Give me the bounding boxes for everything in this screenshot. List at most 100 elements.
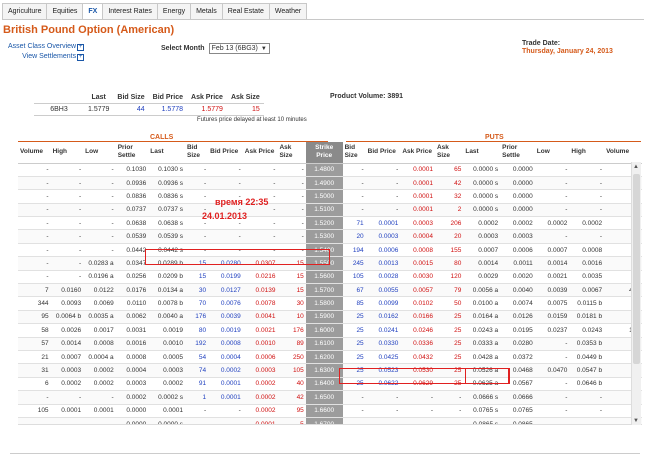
column-header[interactable]: Bid Price xyxy=(208,142,243,164)
tab-metals[interactable]: Metals xyxy=(190,3,222,20)
column-header[interactable]: Prior Settle xyxy=(500,142,535,164)
table-cell: - xyxy=(208,163,243,177)
table-cell: 0.0246 xyxy=(400,323,435,338)
table-cell: 0.1030 xyxy=(115,163,149,177)
column-header[interactable]: Low xyxy=(83,142,116,164)
month-dropdown[interactable]: Feb 13 (6BG3) ▼ xyxy=(208,43,270,54)
table-cell: 57 xyxy=(18,337,51,351)
table-cell: - xyxy=(534,203,570,218)
column-header[interactable]: Ask Price xyxy=(400,142,435,164)
table-cell: 105 xyxy=(18,404,51,418)
table-cell: 0.0001 xyxy=(400,203,435,218)
column-header[interactable]: Low xyxy=(534,142,570,164)
table-cell: 74 xyxy=(185,363,209,378)
table-cell: 0.0001 xyxy=(400,189,435,204)
table-cell: 70 xyxy=(185,296,209,311)
column-header[interactable]: Volume xyxy=(604,142,642,164)
column-header[interactable]: Ask Size xyxy=(434,142,464,164)
footer-rule xyxy=(10,453,640,454)
scroll-thumb[interactable] xyxy=(633,174,640,364)
table-cell: 58 xyxy=(18,323,51,338)
column-header[interactable]: Bid Size xyxy=(185,142,209,164)
column-header[interactable]: Last xyxy=(463,142,501,164)
column-header[interactable]: Bid Size xyxy=(342,142,366,164)
table-cell: 30 xyxy=(277,296,306,311)
options-grid[interactable]: Volume High Low Prior Settle Last Bid Size Bid… xyxy=(18,142,642,425)
table-cell: 0.0035 xyxy=(569,270,605,285)
table-cell: 0.0003 xyxy=(365,229,401,244)
column-header[interactable]: Ask Price xyxy=(242,142,278,164)
table-cell: 0.0539 xyxy=(115,229,149,244)
table-cell: - xyxy=(185,189,209,204)
table-row: - - -0.0936 0.0936 s - - - -1.4900- -0.0001 42 0.0… xyxy=(18,176,642,191)
table-cell: 0.0865 s xyxy=(463,417,501,424)
table-cell: 0.0836 xyxy=(115,189,149,204)
scroll-down-icon[interactable]: ▼ xyxy=(633,418,639,424)
column-header[interactable]: Strike Price xyxy=(305,142,343,164)
table-cell: - xyxy=(83,417,116,424)
table-cell: 0.0256 xyxy=(115,270,149,285)
table-cell: 0.0093 xyxy=(50,296,84,311)
column-header[interactable]: Bid Price xyxy=(365,142,401,164)
table-cell: 0.0055 xyxy=(365,283,401,298)
table-cell: 0.0001 xyxy=(83,404,116,418)
tab-fx[interactable]: FX xyxy=(82,3,103,20)
table-row: - - -0.0638 0.0638 s - - - -1.5200 71 0.0001 0.000… xyxy=(18,216,642,231)
tab-agriculture[interactable]: Agriculture xyxy=(2,3,47,20)
tab-weather[interactable]: Weather xyxy=(268,3,308,20)
column-header[interactable]: High xyxy=(569,142,605,164)
table-cell: - xyxy=(434,417,464,424)
table-cell: - xyxy=(277,216,306,231)
table-cell: 0.0003 xyxy=(242,363,278,378)
page-title: British Pound Option (American) xyxy=(3,24,175,36)
table-cell: 0.0000 s xyxy=(148,417,186,424)
table-cell: 0.0019 xyxy=(208,323,243,338)
table-cell: 0.0001 xyxy=(148,404,186,418)
table-cell: 344 xyxy=(18,296,51,311)
tab-interest-rates[interactable]: Interest Rates xyxy=(102,3,157,20)
table-cell: 0.0007 xyxy=(50,350,84,365)
table-cell: 0.0283 a xyxy=(83,256,116,271)
tab-equities[interactable]: Equities xyxy=(46,3,83,20)
grid-scrollbar[interactable]: ▲ ▼ xyxy=(631,162,641,425)
table-cell: 71 xyxy=(342,216,366,231)
table-cell: - xyxy=(342,189,366,204)
table-cell: 0.0428 a xyxy=(463,350,501,365)
table-cell: 0.0425 xyxy=(365,350,401,365)
column-header[interactable]: High xyxy=(50,142,84,164)
column-header[interactable]: Ask Size xyxy=(277,142,306,164)
table-cell: - xyxy=(569,229,605,244)
table-cell: 0.0442 xyxy=(115,243,149,258)
table-cell: 0.0134 a xyxy=(148,283,186,298)
table-cell: 0.0010 xyxy=(148,337,186,351)
table-cell: - xyxy=(534,163,570,177)
table-cell: 0.0836 s xyxy=(148,189,186,204)
table-cell: 0.0017 xyxy=(83,323,116,338)
table-cell: - xyxy=(50,216,84,231)
table-cell: 0.0625 a xyxy=(463,377,501,392)
asset-class-overview-link[interactable]: Asset Class Overview + xyxy=(8,42,85,52)
table-cell: 25 xyxy=(342,337,366,351)
table-cell: - xyxy=(83,229,116,244)
table-cell: - xyxy=(50,189,84,204)
column-header[interactable]: Prior Settle xyxy=(115,142,149,164)
table-cell: - xyxy=(50,256,84,271)
view-settlements-link[interactable]: View Settlements + xyxy=(8,52,85,62)
tab-real-estate[interactable]: Real Estate xyxy=(221,3,269,20)
table-cell: 0.0075 xyxy=(534,296,570,311)
table-cell: - xyxy=(50,243,84,258)
strike-cell: 1.5400 xyxy=(305,243,343,258)
strike-cell: 1.4800 xyxy=(305,163,343,177)
table-cell: - xyxy=(569,404,605,418)
table-cell: 0.0547 b xyxy=(569,363,605,378)
table-cell: 0.0176 xyxy=(115,283,149,298)
scroll-up-icon[interactable]: ▲ xyxy=(633,164,639,170)
table-cell: - xyxy=(365,417,401,424)
column-header[interactable]: Last xyxy=(148,142,186,164)
table-cell: - xyxy=(277,163,306,177)
column-header[interactable]: Volume xyxy=(18,142,51,164)
table-cell: 10 xyxy=(277,310,306,325)
table-cell: - xyxy=(18,417,51,424)
tab-energy[interactable]: Energy xyxy=(156,3,191,20)
table-cell: 0.0019 xyxy=(148,323,186,338)
